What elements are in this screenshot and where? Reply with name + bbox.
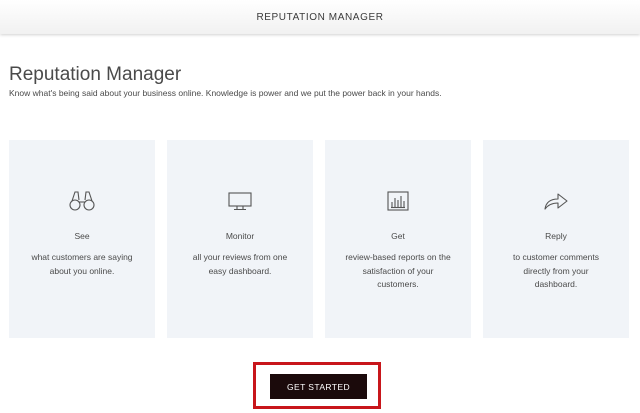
card-title: Reply: [545, 231, 567, 241]
card-title: See: [74, 231, 90, 241]
share-arrow-icon: [483, 190, 629, 212]
card-text: all your reviews from one easy dashboard…: [192, 252, 288, 276]
top-bar-title: REPUTATION MANAGER: [256, 11, 384, 23]
card-title: Monitor: [225, 231, 255, 241]
feature-card-reply: Reply to customer comments directly from…: [483, 140, 629, 338]
card-text: to customer comments directly from your …: [513, 252, 599, 289]
feature-cards: See what customers are saying about you …: [9, 140, 631, 338]
feature-card-get: Get review-based reports on the satisfac…: [325, 140, 471, 338]
page-title: Reputation Manager: [9, 64, 182, 85]
get-started-button[interactable]: GET STARTED: [270, 374, 367, 399]
card-title: Get: [391, 231, 405, 241]
feature-card-see: See what customers are saying about you …: [9, 140, 155, 338]
card-text: review-based reports on the satisfaction…: [345, 252, 451, 289]
card-text: what customers are saying about you onli…: [31, 252, 133, 276]
binoculars-icon: [9, 190, 155, 212]
top-bar: REPUTATION MANAGER: [0, 0, 640, 34]
monitor-icon: [167, 190, 313, 212]
feature-card-monitor: Monitor all your reviews from one easy d…: [167, 140, 313, 338]
page-subtitle: Know what's being said about your busine…: [9, 88, 442, 98]
bar-chart-icon: [325, 190, 471, 212]
